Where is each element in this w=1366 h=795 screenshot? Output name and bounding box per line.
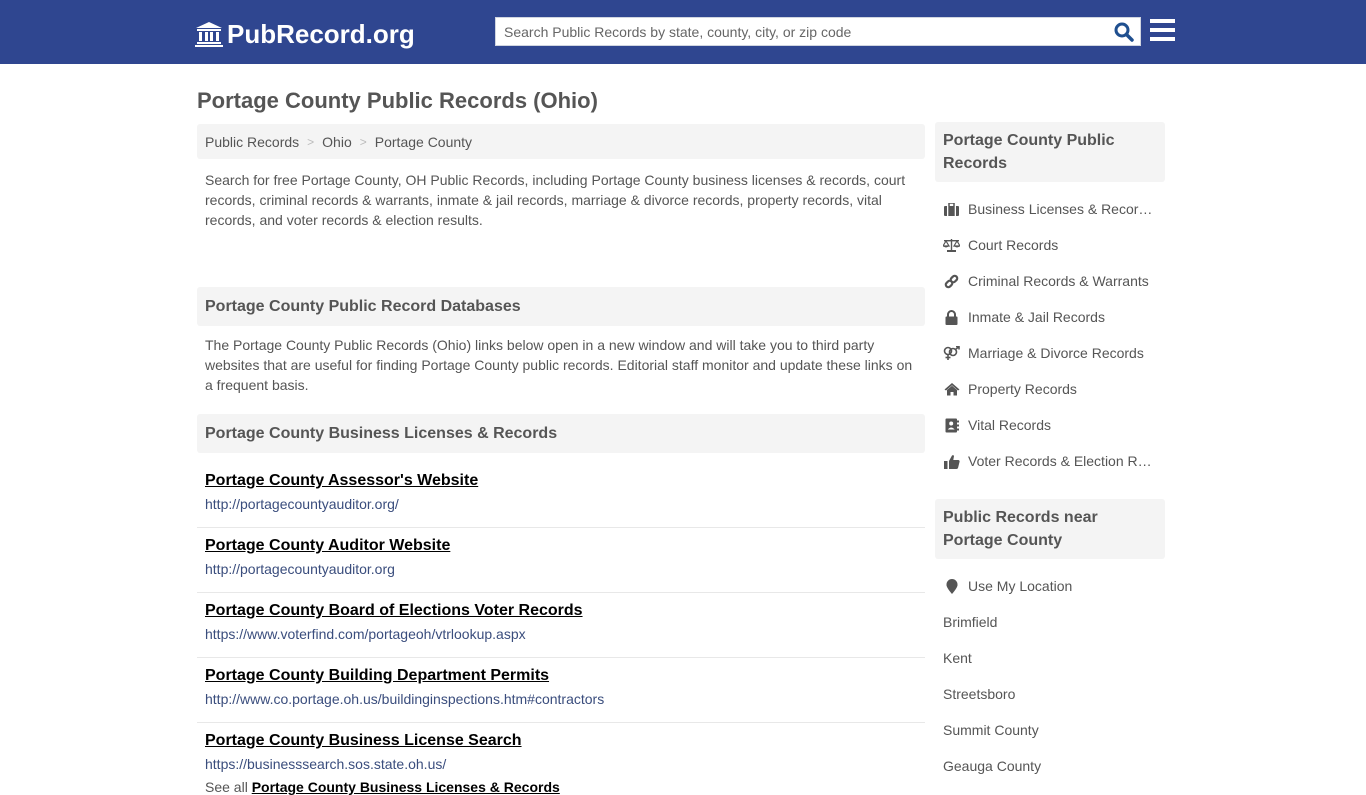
sidebar-item-label: Court Records [968,237,1059,253]
hamburger-line [1150,28,1175,32]
nearby-item[interactable]: Geauga County [935,748,1165,784]
sidebar-item-label: Business Licenses & Records [968,201,1153,217]
nearby-item[interactable]: Streetsboro [935,676,1165,712]
sidebar-item-property[interactable]: Property Records [935,371,1165,407]
nearby-section: Public Records near Portage County Use M… [935,499,1165,784]
sidebar-item-label: Voter Records & Election Results [968,453,1153,469]
balance-scale-icon [943,237,960,253]
lock-icon [943,309,960,325]
logo-text: PubRecord.org [227,18,415,49]
business-links-list: Portage County Assessor's Website http:/… [197,453,925,795]
record-link-url: https://www.voterfind.com/portageoh/vtrl… [205,626,526,642]
hamburger-line [1150,37,1175,41]
list-item: Portage County Business License Search h… [197,723,925,779]
see-all-row: See all Portage County Business Licenses… [197,779,925,795]
hamburger-line [1150,19,1175,23]
record-link-title[interactable]: Portage County Board of Elections Voter … [205,601,917,621]
breadcrumb-portage-county[interactable]: Portage County [375,134,472,150]
sidebar-item-vital[interactable]: Vital Records [935,407,1165,443]
sidebar-item-court[interactable]: Court Records [935,227,1165,263]
main-content: Public Records > Ohio > Portage County S… [197,124,925,795]
nearby-item[interactable]: Brimfield [935,604,1165,640]
list-item: Portage County Assessor's Website http:/… [197,463,925,528]
business-heading: Portage County Business Licenses & Recor… [197,414,925,453]
address-book-icon [943,417,960,433]
sidebar-item-label: Marriage & Divorce Records [968,345,1144,361]
search-button[interactable] [1112,21,1136,43]
breadcrumb-separator: > [307,134,315,149]
use-my-location-link[interactable]: Use My Location [935,568,1165,604]
list-item: Portage County Board of Elections Voter … [197,593,925,658]
record-link-url: http://portagecountyauditor.org [205,561,395,577]
record-link-title[interactable]: Portage County Business License Search [205,731,917,751]
sidebar-records-list: Business Licenses & Records Court Record… [935,182,1165,479]
breadcrumb-separator: > [359,134,367,149]
search-input[interactable] [496,18,1106,45]
map-marker-icon [943,578,960,594]
breadcrumb-public-records[interactable]: Public Records [205,134,299,150]
see-all-link[interactable]: Portage County Business Licenses & Recor… [252,779,560,795]
breadcrumb-ohio[interactable]: Ohio [322,134,352,150]
databases-heading: Portage County Public Record Databases [197,287,925,326]
sidebar-item-label: Inmate & Jail Records [968,309,1105,325]
list-item: Portage County Auditor Website http://po… [197,528,925,593]
nearby-item[interactable]: Summit County [935,712,1165,748]
record-link-url: http://www.co.portage.oh.us/buildinginsp… [205,691,605,707]
search-icon [1114,22,1134,42]
sidebar-records-heading: Portage County Public Records [935,122,1165,182]
sidebar-item-business[interactable]: Business Licenses & Records [935,191,1165,227]
link-icon [943,273,960,289]
record-link-title[interactable]: Portage County Building Department Permi… [205,666,917,686]
site-logo[interactable]: PubRecord.org [195,17,415,51]
site-header: PubRecord.org [0,0,1366,64]
databases-description: The Portage County Public Records (Ohio)… [205,337,913,393]
nearby-list: Use My Location Brimfield Kent Streetsbo… [935,559,1165,784]
record-link-url: http://portagecountyauditor.org/ [205,496,399,512]
nearby-heading: Public Records near Portage County [935,499,1165,559]
record-link-title[interactable]: Portage County Assessor's Website [205,471,917,491]
sidebar-item-criminal[interactable]: Criminal Records & Warrants [935,263,1165,299]
sidebar-item-label: Vital Records [968,417,1052,433]
sidebar-item-label: Property Records [968,381,1077,397]
venus-mars-icon [943,345,960,361]
list-item: Portage County Building Department Permi… [197,658,925,723]
sidebar-item-inmate[interactable]: Inmate & Jail Records [935,299,1165,335]
briefcase-icon [943,201,960,217]
thumbs-up-icon [943,453,960,469]
record-link-url: https://businesssearch.sos.state.oh.us/ [205,756,447,772]
sidebar-item-marriage[interactable]: Marriage & Divorce Records [935,335,1165,371]
breadcrumb: Public Records > Ohio > Portage County [197,124,925,159]
use-my-location-label: Use My Location [968,578,1073,594]
sidebar: Portage County Public Records Business L… [935,122,1165,784]
see-all-prefix: See all [205,779,248,795]
courthouse-icon [195,22,223,47]
sidebar-item-voter[interactable]: Voter Records & Election Results [935,443,1165,479]
record-link-title[interactable]: Portage County Auditor Website [205,536,917,556]
search-box [495,17,1141,46]
menu-button[interactable] [1150,19,1175,42]
intro-text: Search for free Portage County, OH Publi… [205,172,906,228]
page-title: Portage County Public Records (Ohio) [197,88,598,113]
home-icon [943,381,960,397]
nearby-item[interactable]: Kent [935,640,1165,676]
sidebar-item-label: Criminal Records & Warrants [968,273,1149,289]
